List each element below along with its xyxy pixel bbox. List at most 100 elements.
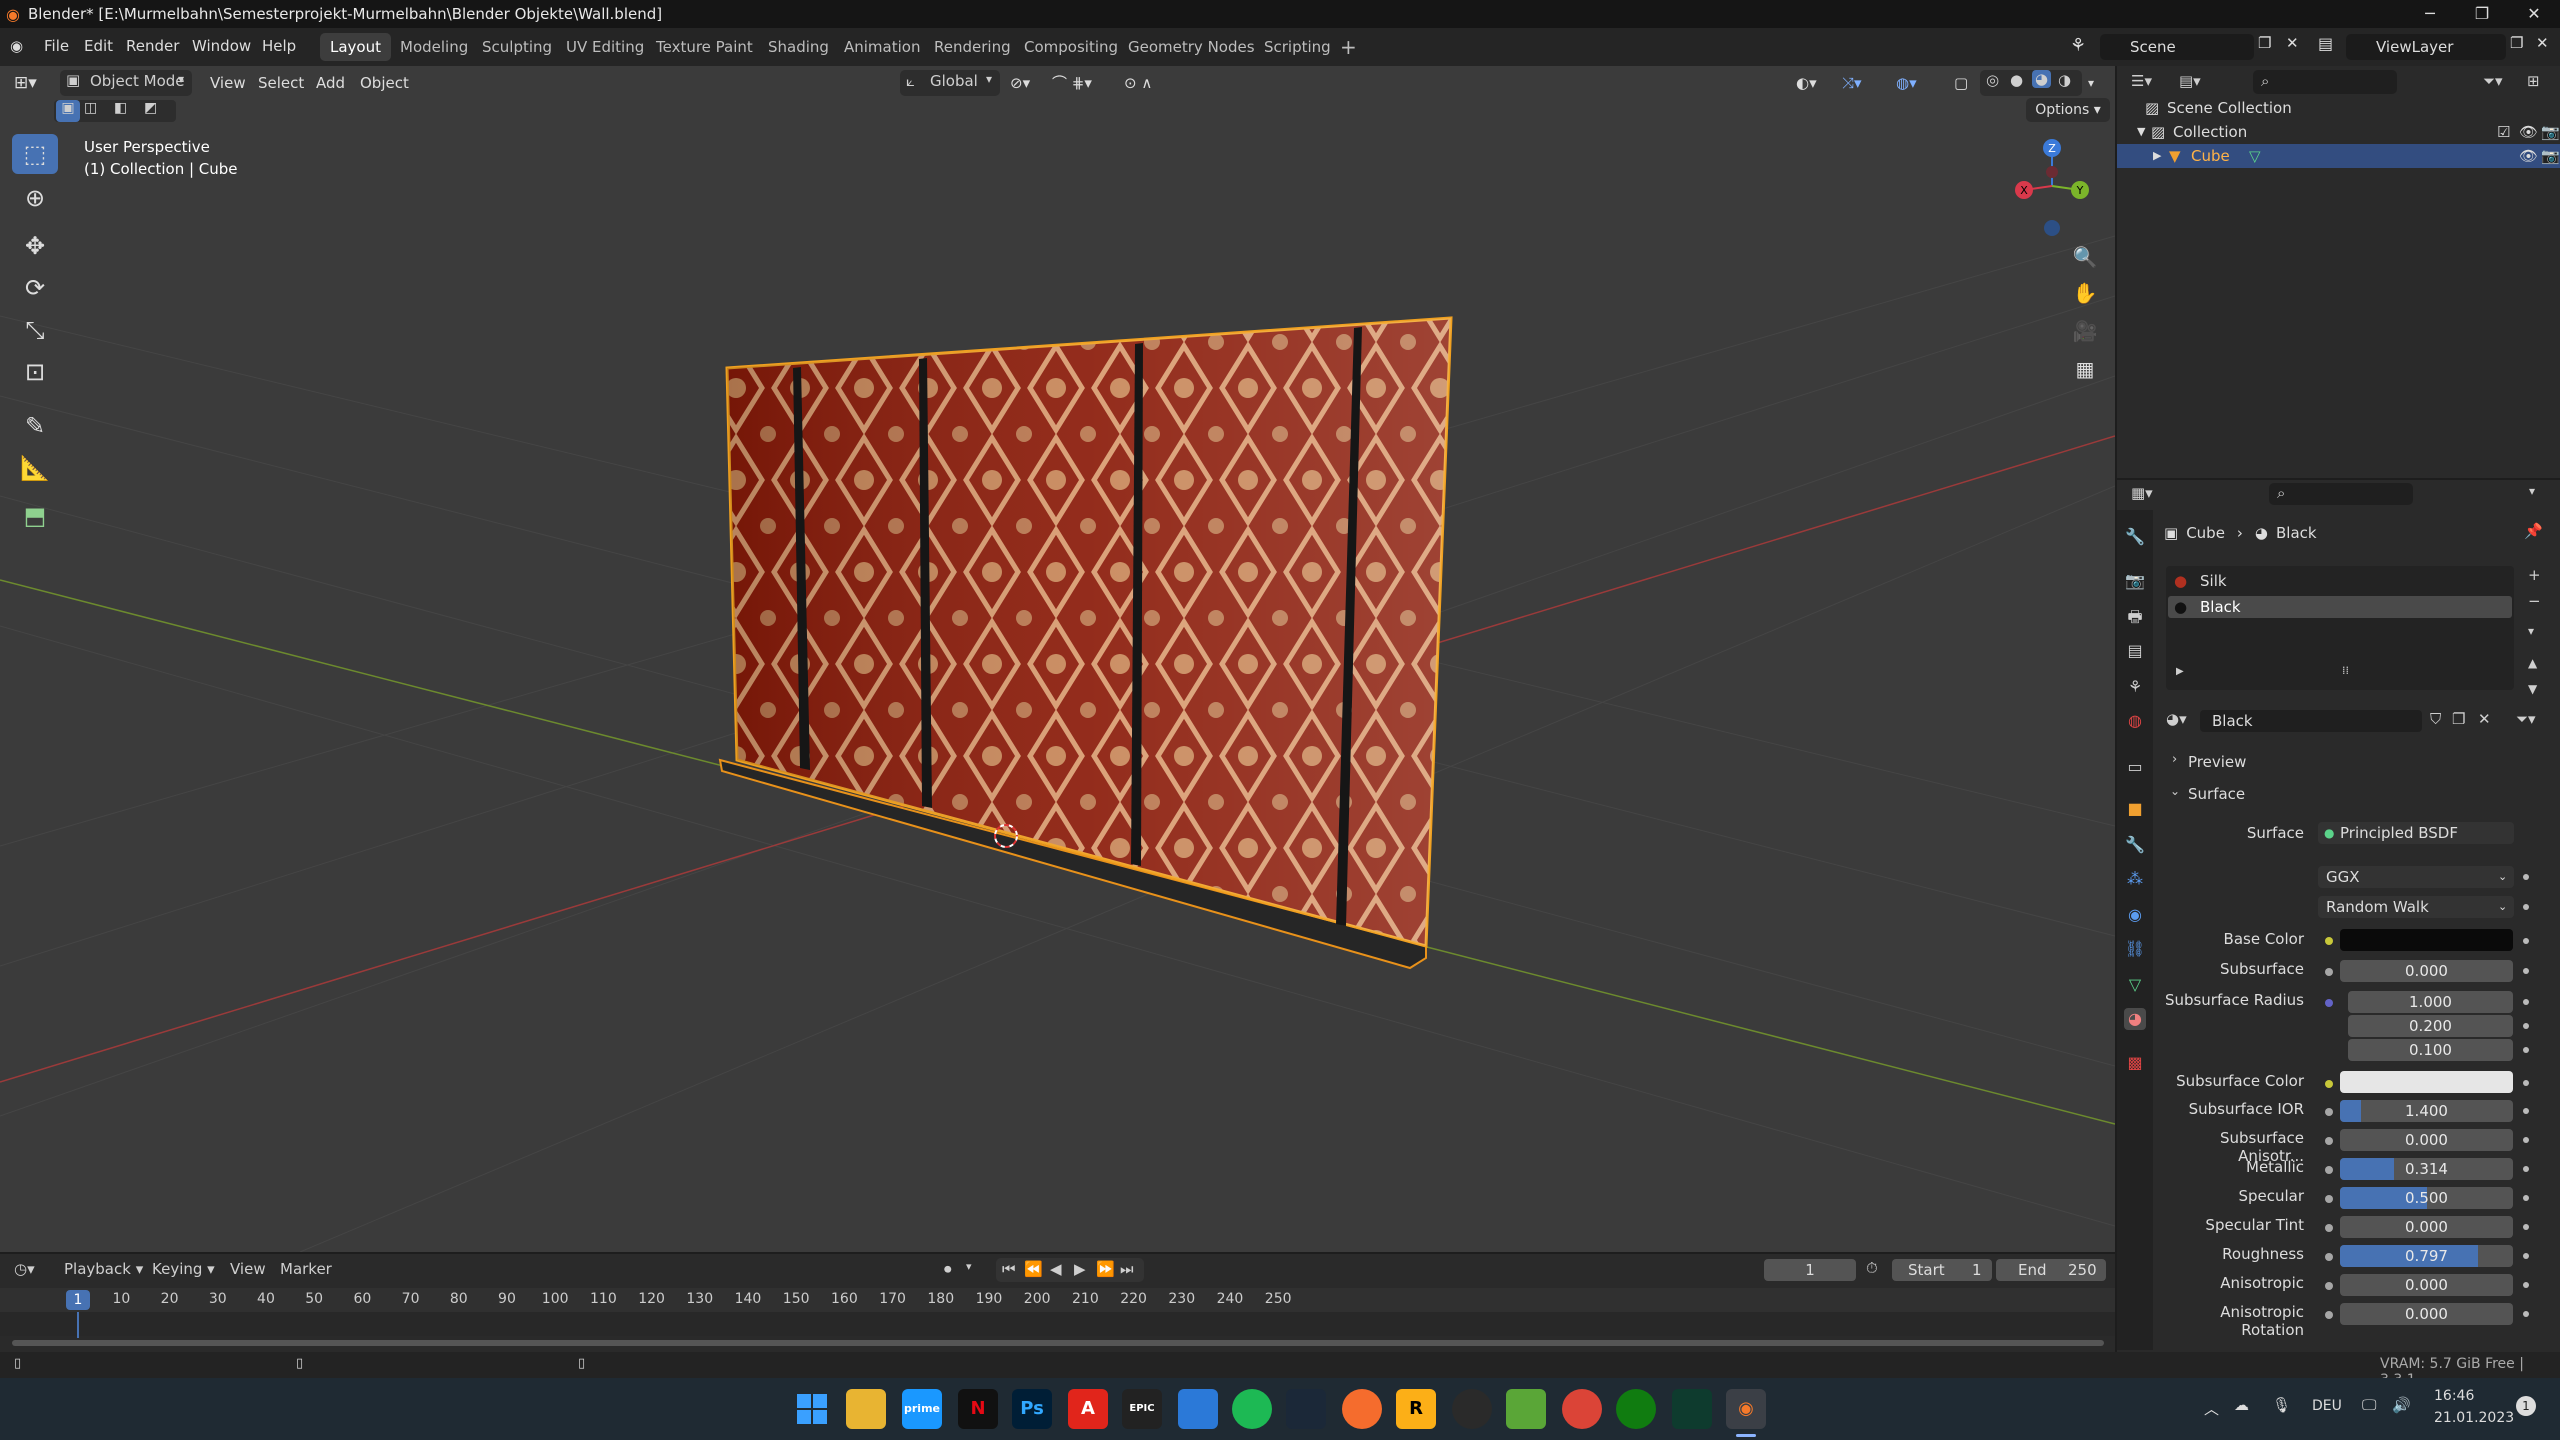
value-socket-icon[interactable] (2325, 1166, 2333, 1174)
microphone-icon[interactable]: 🎙 (2272, 1396, 2291, 1414)
start-frame-field[interactable]: Start 1 (1892, 1259, 1992, 1281)
subsurface-anisotr-field[interactable]: 0.000 (2340, 1129, 2513, 1151)
value-socket-icon[interactable] (2325, 1282, 2333, 1290)
frame-ruler[interactable]: 1 10 20 30 40 50 60 70 80 90 100 110 120 130 140 150 160… (0, 1288, 2115, 1312)
keyframe-dot[interactable] (2523, 1282, 2529, 1288)
subsurface-ior-field[interactable]: 1.400 (2340, 1100, 2513, 1122)
collection-tab-icon[interactable]: ▭ (2124, 756, 2146, 778)
subsurface-field[interactable]: 0.000 (2340, 960, 2513, 982)
keyframe-dot[interactable] (2523, 938, 2529, 944)
expand-arrow-icon[interactable]: ▶ (2176, 666, 2184, 677)
menu-edit[interactable]: Edit (84, 37, 113, 55)
menu-keying[interactable]: Keying ▾ (152, 1260, 215, 1278)
visibility-eye-icon[interactable]: 👁 (2519, 120, 2538, 144)
anisotropic-field[interactable]: 0.000 (2340, 1274, 2513, 1296)
new-collection-icon[interactable]: ⊞ (2527, 72, 2540, 90)
file-explorer-icon[interactable] (846, 1389, 886, 1429)
output-tab-icon[interactable]: 🖶 (2124, 606, 2146, 628)
value-socket-icon[interactable] (2325, 1137, 2333, 1145)
notification-badge[interactable]: 1 (2516, 1396, 2536, 1416)
prime-video-icon[interactable]: prime (902, 1389, 942, 1429)
menu-view[interactable]: View (210, 71, 246, 95)
object-tab-icon[interactable]: ■ (2124, 798, 2146, 820)
material-browse-icon[interactable]: ◕▾ (2166, 710, 2187, 728)
timeline-editor-type-icon[interactable]: ◷▾ (14, 1260, 35, 1278)
options-button[interactable]: Options ▾ (2026, 98, 2110, 122)
keyframe-dot[interactable] (2523, 1253, 2529, 1259)
jump-start-icon[interactable]: ⏮ (1002, 1260, 1016, 1278)
end-frame-field[interactable]: End 250 (1996, 1259, 2106, 1281)
perspective-toggle-icon[interactable]: ▦ (2068, 352, 2102, 386)
current-frame-field[interactable]: 1 (1764, 1259, 1856, 1281)
chrome-icon[interactable] (1562, 1389, 1602, 1429)
material-filter-icon[interactable]: ⏷▾ (2516, 710, 2536, 728)
transform-tool-icon[interactable]: ⊡ (12, 352, 58, 392)
tool-tab-icon[interactable]: 🔧 (2124, 526, 2146, 548)
texture-tab-icon[interactable]: ▩ (2124, 1052, 2146, 1074)
subsurface-radius-x-field[interactable]: 1.000 (2348, 991, 2513, 1013)
properties-editor-type-icon[interactable]: ▦▾ (2131, 484, 2153, 502)
remove-slot-icon[interactable]: − (2528, 592, 2541, 610)
tab-geometry-nodes[interactable]: Geometry Nodes (1118, 33, 1265, 61)
add-cube-tool-icon[interactable]: ⬒ (12, 496, 58, 536)
tab-compositing[interactable]: Compositing (1014, 33, 1128, 61)
subsurface-radius-y-field[interactable]: 0.200 (2348, 1015, 2513, 1037)
keyframe-dot[interactable] (2523, 1108, 2529, 1114)
volume-icon[interactable]: 🔊 (2392, 1396, 2411, 1414)
cursor-tool-icon[interactable]: ⊕ (12, 178, 58, 218)
material-preview-shading-icon[interactable]: ◕ (2032, 70, 2052, 88)
netflix-icon[interactable]: N (958, 1389, 998, 1429)
expand-arrow-icon[interactable]: ▼ (2137, 120, 2145, 144)
tab-sculpting[interactable]: Sculpting (472, 33, 562, 61)
subsurface-color-swatch[interactable] (2340, 1071, 2513, 1093)
wireframe-shading-icon[interactable]: ◎ (1986, 71, 1999, 89)
zoom-icon[interactable]: 🔍 (2068, 240, 2102, 274)
transform-orientation-selector[interactable]: ⟀ Global ▾ (900, 70, 1000, 96)
subsurface-method-dropdown[interactable]: Random Walk ⌄ (2318, 896, 2514, 918)
visibility-icon[interactable]: ◐▾ (1796, 71, 1817, 95)
expand-arrow-icon[interactable]: ▶ (2153, 144, 2161, 168)
jump-keyframe-back-icon[interactable]: ⏪ (1024, 1260, 1043, 1278)
keyframe-dot[interactable] (2523, 904, 2529, 910)
menu-playback[interactable]: Playback ▾ (64, 1260, 143, 1278)
snap-icon[interactable]: ⌒ ⋕▾ (1052, 71, 1092, 95)
value-socket-icon[interactable] (2325, 1108, 2333, 1116)
vector-socket-icon[interactable] (2325, 999, 2333, 1007)
mode-selector[interactable]: ▣ Object Mode ▾ (60, 70, 192, 96)
pan-hand-icon[interactable]: ✋ (2068, 276, 2102, 310)
close-button[interactable]: ✕ (2508, 0, 2560, 28)
network-icon[interactable]: 🖵 (2362, 1396, 2376, 1414)
menu-view[interactable]: View (230, 1260, 266, 1278)
new-scene-icon[interactable]: ❐ (2258, 34, 2271, 52)
outliner-editor-type-icon[interactable]: ☰▾ (2131, 72, 2152, 90)
slot-specials-icon[interactable]: ▾ (2528, 624, 2534, 638)
geforce-icon[interactable] (1672, 1389, 1712, 1429)
tab-animation[interactable]: Animation (834, 33, 930, 61)
3d-viewport[interactable] (0, 66, 2115, 1252)
shading-options-icon[interactable]: ▾ (2088, 71, 2094, 95)
color-socket-icon[interactable] (2325, 937, 2333, 945)
select-invert-icon[interactable]: ◩ (144, 100, 157, 116)
roughness-field[interactable]: 0.797 (2340, 1245, 2513, 1267)
fake-user-icon[interactable]: ⛉ (2430, 710, 2441, 728)
gizmo-toggle-icon[interactable]: ⤨▾ (1842, 71, 1862, 95)
adobe-icon[interactable]: A (1068, 1389, 1108, 1429)
blender-taskbar-icon[interactable]: ◉ (1726, 1389, 1766, 1429)
delete-scene-icon[interactable]: ✕ (2286, 34, 2299, 52)
keyframe-dot[interactable] (2523, 1195, 2529, 1201)
visibility-eye-icon[interactable]: 👁 (2519, 144, 2538, 168)
menu-window[interactable]: Window (192, 37, 251, 55)
surface-panel-header[interactable]: ⌄ Surface (2164, 784, 2544, 806)
keyframe-dot[interactable] (2523, 1166, 2529, 1172)
render-tab-icon[interactable]: 📷 (2124, 570, 2146, 592)
move-tool-icon[interactable]: ✥ (12, 226, 58, 266)
blender-menu-icon[interactable]: ◉ (10, 37, 23, 55)
select-subtract-icon[interactable]: ◧ (114, 100, 127, 116)
language-indicator[interactable]: DEU (2312, 1398, 2342, 1414)
outliner-row-scene-collection[interactable]: ▨ Scene Collection (2117, 96, 2560, 120)
pin-icon[interactable]: 📌 (2524, 522, 2543, 540)
play-icon[interactable]: ▶ (1074, 1260, 1086, 1278)
physics-tab-icon[interactable]: ◉ (2124, 904, 2146, 926)
menu-help[interactable]: Help (262, 37, 296, 55)
anisotropic-rotation-field[interactable]: 0.000 (2340, 1303, 2513, 1325)
